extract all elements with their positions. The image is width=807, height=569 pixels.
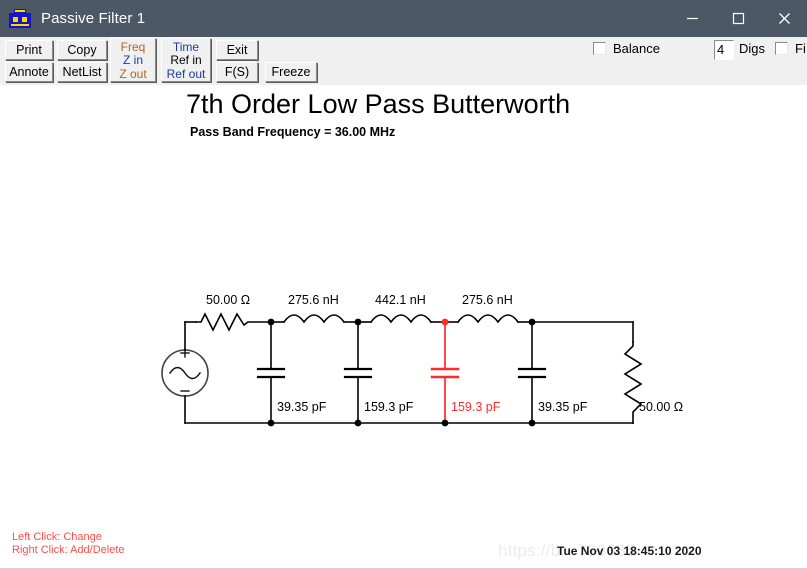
time-label: Time bbox=[172, 39, 200, 54]
inductor-l1-label[interactable]: 275.6 nH bbox=[288, 293, 339, 307]
circuit-chip-icon bbox=[9, 8, 31, 29]
exit-button[interactable]: Exit bbox=[216, 40, 258, 60]
fs-button[interactable]: F(S) bbox=[216, 62, 258, 82]
balance-label: Balance bbox=[613, 41, 660, 56]
netlist-button[interactable]: NetList bbox=[57, 62, 107, 82]
application-window: Passive Filter 1 Print Annote Copy NetLi… bbox=[0, 0, 807, 569]
source-resistor-label[interactable]: 50.00 Ω bbox=[206, 293, 250, 307]
balance-checkbox-box[interactable] bbox=[593, 42, 606, 55]
ref-in-label: Ref in bbox=[170, 53, 202, 67]
load-resistor-label[interactable]: 50.00 Ω bbox=[639, 400, 683, 414]
freq-zin-zout-button[interactable]: Freq Z in Z out bbox=[110, 38, 156, 82]
schematic-canvas[interactable]: 7th Order Low Pass Butterworth Pass Band… bbox=[0, 85, 807, 569]
circuit-schematic bbox=[161, 312, 643, 427]
timestamp: Tue Nov 03 18:45:10 2020 bbox=[557, 544, 702, 558]
toolbar: Print Annote Copy NetList Freq Z in Z ou… bbox=[0, 37, 807, 86]
freq-label: Freq bbox=[120, 39, 146, 54]
window-title: Passive Filter 1 bbox=[41, 10, 146, 27]
fi-checkbox[interactable]: Fi bbox=[775, 41, 806, 56]
balance-checkbox[interactable]: Balance bbox=[593, 41, 660, 56]
mouse-hint-left: Left Click: Change bbox=[12, 531, 102, 543]
fi-checkbox-box[interactable] bbox=[775, 42, 788, 55]
capacitor-c2-label[interactable]: 159.3 pF bbox=[364, 400, 413, 414]
capacitor-c4-label[interactable]: 39.35 pF bbox=[538, 400, 587, 414]
digs-input[interactable]: 4 bbox=[714, 40, 734, 60]
ref-out-label: Ref out bbox=[166, 66, 206, 81]
fi-label: Fi bbox=[795, 41, 806, 56]
digs-label-wrap: Digs bbox=[739, 41, 765, 56]
capacitor-c3-label[interactable]: 159.3 pF bbox=[451, 400, 500, 414]
freeze-button[interactable]: Freeze bbox=[265, 62, 317, 82]
capacitor-c1-label[interactable]: 39.35 pF bbox=[277, 400, 326, 414]
close-icon[interactable] bbox=[761, 0, 807, 37]
print-button[interactable]: Print bbox=[5, 40, 53, 60]
inductor-l2-label[interactable]: 442.1 nH bbox=[375, 293, 426, 307]
maximize-icon[interactable] bbox=[715, 0, 761, 37]
copy-button[interactable]: Copy bbox=[57, 40, 107, 60]
mouse-hint: Left Click: Change Right Click: Add/Dele… bbox=[12, 531, 125, 557]
z-in-label: Z in bbox=[122, 53, 143, 67]
annote-button[interactable]: Annote bbox=[5, 62, 53, 82]
inductor-l3-label[interactable]: 275.6 nH bbox=[462, 293, 513, 307]
digs-label: Digs bbox=[739, 41, 766, 56]
minimize-icon[interactable] bbox=[669, 0, 715, 37]
z-out-label: Z out bbox=[119, 66, 147, 81]
time-refin-refout-button[interactable]: Time Ref in Ref out bbox=[161, 38, 211, 82]
circuit-nodes-highlight bbox=[441, 318, 449, 326]
title-bar: Passive Filter 1 bbox=[0, 0, 807, 37]
window-controls bbox=[669, 0, 807, 37]
mouse-hint-right: Right Click: Add/Delete bbox=[12, 544, 125, 556]
